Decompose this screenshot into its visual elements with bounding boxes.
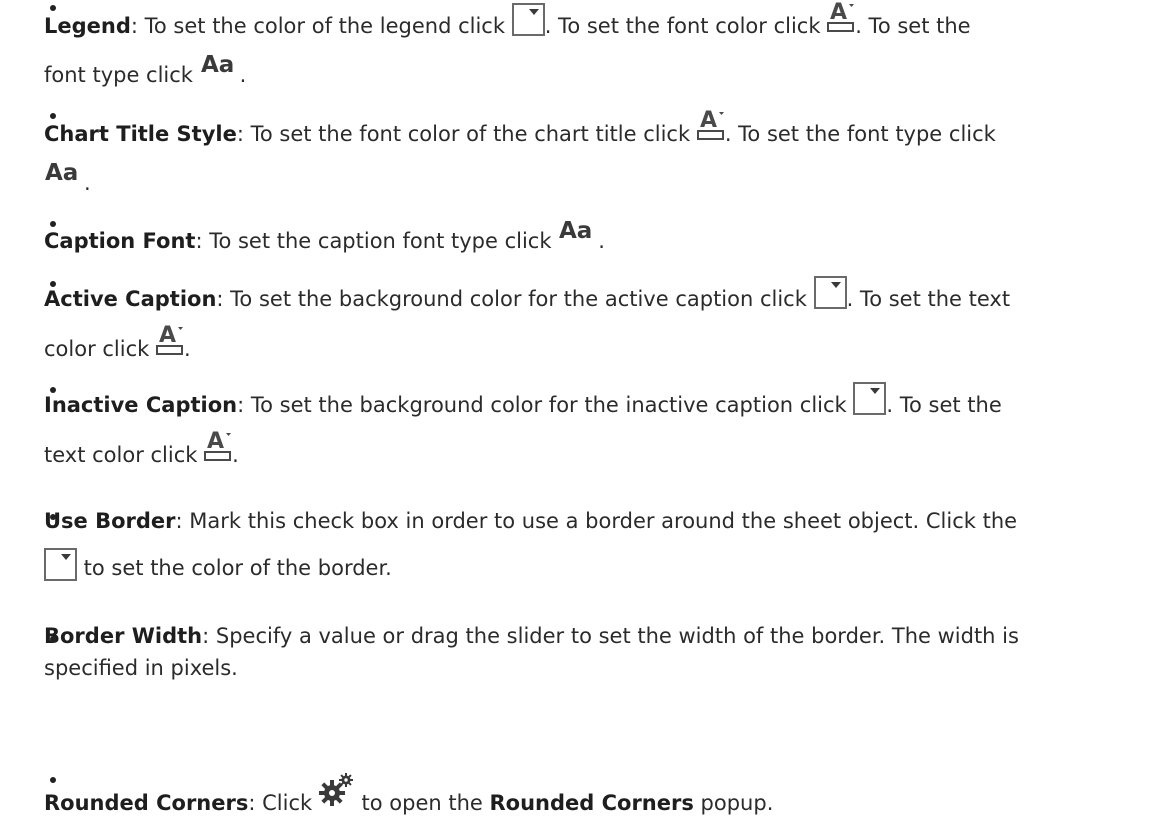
item-text: specified in pixels.: [44, 656, 238, 680]
item-text: . To set the text: [846, 287, 1011, 311]
font-type-icon[interactable]: [558, 216, 598, 244]
item-text: . To set the: [855, 14, 971, 38]
list-item-border-width: Border Width: Specify a value or drag th…: [44, 620, 1154, 684]
item-text: : To set the background color for the in…: [237, 393, 854, 417]
item-text: : To set the caption font type click: [195, 229, 559, 253]
list-item-active-caption: Active Caption: To set the background co…: [44, 276, 1154, 373]
item-text: font type click: [44, 63, 200, 87]
gear-icon[interactable]: [319, 772, 355, 806]
bullet: [50, 777, 56, 783]
item-text: color click: [44, 337, 156, 361]
list-item-use-border: Use Border: Mark this check box in order…: [44, 498, 1154, 592]
list-item-inactive-caption: Inactive Caption: To set the background …: [44, 382, 1154, 479]
bullet: [50, 387, 56, 393]
bullet: [50, 5, 56, 11]
item-text: .: [232, 443, 239, 467]
item-title: Rounded Corners: [44, 791, 249, 815]
item-text: : Mark this check box in order to use a …: [175, 509, 1018, 533]
item-title: Chart Title Style: [44, 122, 237, 146]
item-text: to set the color of the border.: [77, 556, 392, 580]
color-picker-icon[interactable]: [813, 276, 847, 309]
item-text: : Specify a value or drag the slider to …: [202, 624, 1019, 648]
item-text: : To set the background color for the ac…: [216, 287, 814, 311]
font-type-icon[interactable]: [200, 50, 240, 78]
bullet: [50, 221, 56, 227]
color-picker-icon[interactable]: [853, 382, 887, 415]
item-text: .: [598, 229, 605, 253]
font-color-icon[interactable]: [156, 323, 184, 357]
item-text: . To set the font type click: [724, 122, 996, 146]
bullet: [50, 281, 56, 287]
item-title: Use Border: [44, 509, 176, 533]
item-text: : To set the color of the legend click: [130, 14, 512, 38]
list-item-chart-title-style: Chart Title Style: To set the font color…: [44, 108, 1154, 207]
item-text: text color click: [44, 443, 205, 467]
item-text: .: [183, 337, 191, 361]
font-color-icon[interactable]: [697, 108, 725, 142]
color-picker-icon[interactable]: [44, 548, 77, 581]
bullet: [50, 636, 56, 642]
item-text: to open the: [354, 791, 490, 815]
item-title: Caption Font: [44, 229, 196, 253]
list-item-caption-font: Caption Font: To set the caption font ty…: [44, 216, 1154, 265]
popup-name: Rounded Corners: [489, 791, 694, 815]
font-color-icon[interactable]: [204, 429, 232, 463]
font-color-icon[interactable]: [827, 0, 855, 34]
list-item-rounded-corners: Rounded Corners: Click to open the Round…: [44, 772, 1154, 827]
bullet: [50, 514, 56, 520]
item-text: popup.: [693, 791, 774, 815]
item-text: : To set the font color of the chart tit…: [236, 122, 697, 146]
bullet: [50, 113, 56, 119]
property-bullet-list: Legend: To set the color of the legend c…: [0, 0, 1168, 832]
item-title: Active Caption: [44, 287, 217, 311]
list-item-legend: Legend: To set the color of the legend c…: [44, 0, 1154, 99]
font-type-icon[interactable]: [44, 158, 84, 186]
item-title: Border Width: [44, 624, 203, 648]
item-text: .: [84, 171, 91, 195]
item-text: . To set the: [886, 393, 1002, 417]
item-title: Legend: [44, 14, 131, 38]
item-text: : Click: [248, 791, 319, 815]
item-text: .: [239, 63, 247, 87]
color-picker-icon[interactable]: [511, 3, 545, 36]
item-text: . To set the font color click: [544, 14, 828, 38]
item-title: Inactive Caption: [44, 393, 238, 417]
